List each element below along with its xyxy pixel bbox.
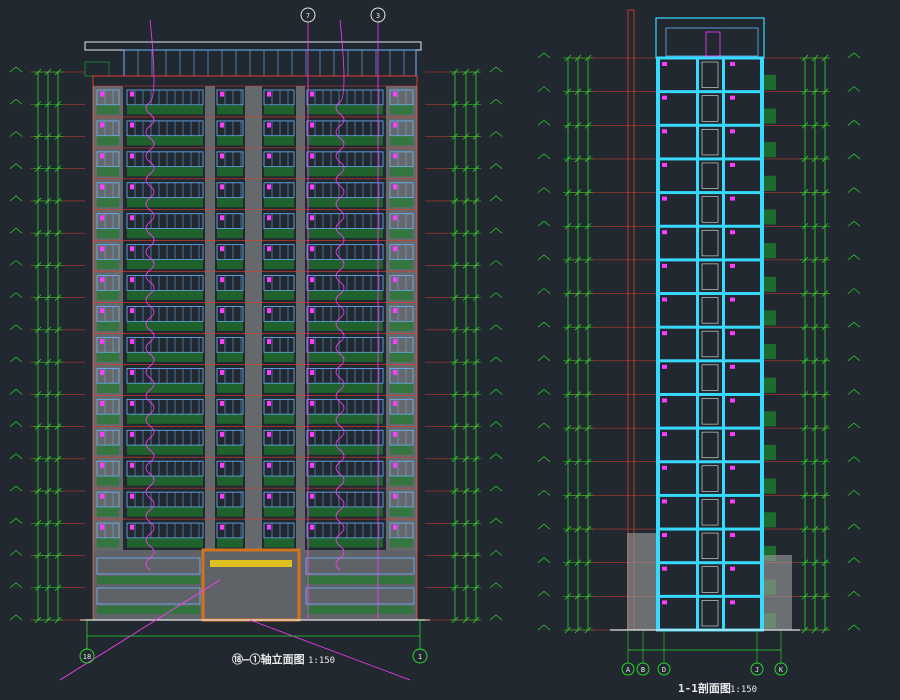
section-wall-right (760, 58, 764, 630)
front-elevation-drawing (9, 19, 503, 681)
svg-text:3: 3 (376, 12, 380, 20)
svg-text:7: 7 (306, 12, 310, 20)
section-axis-a: A (621, 662, 635, 676)
svg-text:B: B (641, 666, 645, 674)
svg-text:1: 1 (418, 653, 422, 661)
section-wall-left (656, 58, 660, 630)
section-podium-left (627, 533, 656, 630)
elevation-scale: 1:150 (308, 656, 335, 666)
elevation-title: ⑱—①轴立面图 (232, 652, 305, 666)
axis-bubble-right: 1 (412, 648, 428, 664)
section-drawing (537, 9, 861, 663)
section-axis-j: J (750, 662, 764, 676)
entrance-canopy (210, 560, 292, 567)
svg-text:J: J (755, 666, 759, 674)
section-axis-b: B (636, 662, 650, 676)
section-title: 1-1剖面图 (678, 681, 731, 695)
top-axis-marker-1: 7 (300, 7, 316, 23)
section-axis-d: D (657, 662, 671, 676)
section-axis-k: K (774, 662, 788, 676)
svg-text:A: A (626, 666, 631, 674)
section-podium-right (764, 555, 792, 630)
svg-text:D: D (662, 666, 666, 674)
section-scale: 1:150 (730, 685, 757, 695)
axis-bubble-left: 18 (79, 648, 95, 664)
svg-text:18: 18 (83, 653, 91, 661)
svg-text:K: K (779, 666, 784, 674)
cad-drawing-canvas: ⑱—①轴立面图 1:150 1-1剖面图 1:150 18 1 7 3 A B … (9, 7, 861, 695)
roof-glazing (123, 49, 417, 77)
top-axis-marker-2: 3 (370, 7, 386, 23)
section-stair-tower (655, 17, 765, 59)
roof-parapet (84, 41, 422, 51)
